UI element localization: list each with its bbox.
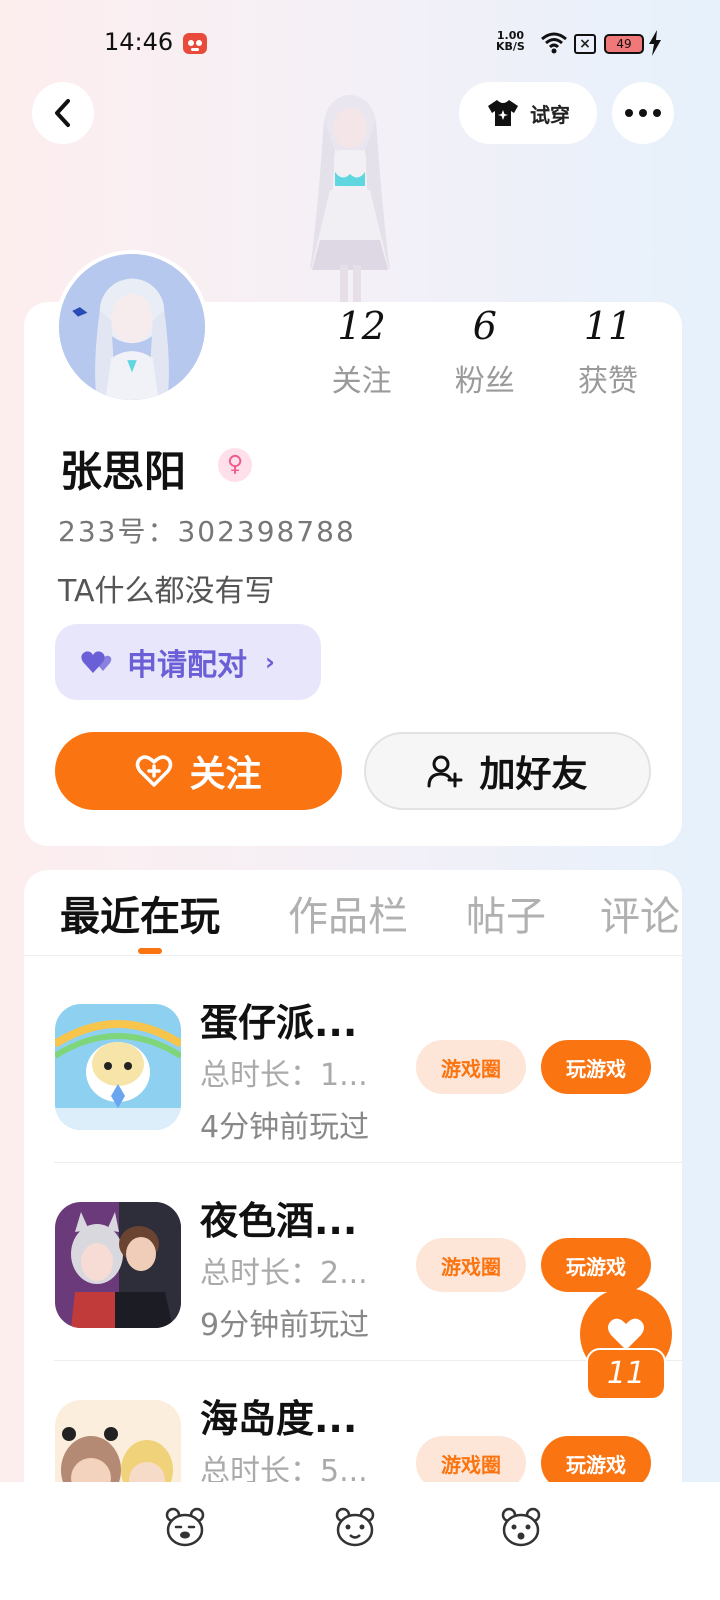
content-card: 最近在玩 作品栏 帖子 评论 蛋仔派... 总时长：1... 4分钟前玩过 游戏… bbox=[24, 870, 682, 1570]
game-name: 夜色酒... bbox=[200, 1199, 358, 1243]
request-match-label: 申请配对 bbox=[127, 648, 247, 683]
game-circle-button[interactable]: 游戏圈 bbox=[416, 1238, 526, 1292]
chevron-right-icon: › bbox=[265, 648, 275, 676]
game-name: 蛋仔派... bbox=[200, 1001, 358, 1045]
sim-off-icon: × bbox=[574, 34, 596, 54]
charging-icon bbox=[649, 30, 661, 56]
avatar-figure-image[interactable] bbox=[280, 90, 420, 310]
request-match-button[interactable]: 申请配对 › bbox=[55, 624, 321, 700]
tshirt-icon bbox=[488, 100, 518, 126]
game-icon-night-bar bbox=[55, 1202, 181, 1328]
username: 张思阳 bbox=[60, 447, 187, 496]
try-on-label: 试穿 bbox=[530, 102, 570, 127]
stat-likes[interactable]: 11 获赞 bbox=[546, 306, 669, 400]
stat-following[interactable]: 12 关注 bbox=[300, 306, 423, 400]
game-duration: 总时长：1... bbox=[200, 1058, 368, 1093]
follow-label: 关注 bbox=[189, 754, 262, 795]
more-button[interactable] bbox=[612, 82, 674, 144]
tab-works[interactable]: 作品栏 bbox=[288, 884, 408, 942]
network-speed: 1.00 KB/S bbox=[496, 30, 525, 52]
tab-indicator bbox=[138, 948, 162, 954]
user-id[interactable]: 233号：302398788 bbox=[58, 510, 356, 550]
game-last-played: 9分钟前玩过 bbox=[200, 1308, 370, 1343]
game-icon-eggy-party bbox=[55, 1004, 181, 1130]
network-speed-unit: KB/S bbox=[496, 40, 525, 53]
tab-posts[interactable]: 帖子 bbox=[466, 884, 546, 942]
bear-face-icon-1[interactable] bbox=[164, 1506, 206, 1548]
game-last-played: 4分钟前玩过 bbox=[200, 1110, 370, 1145]
stat-followers[interactable]: 6 粉丝 bbox=[423, 306, 546, 400]
stat-likes-label: 获赞 bbox=[578, 364, 638, 399]
divider bbox=[54, 1162, 682, 1163]
play-game-button[interactable]: 玩游戏 bbox=[541, 1238, 651, 1292]
play-game-button[interactable]: 玩游戏 bbox=[541, 1040, 651, 1094]
tab-comments[interactable]: 评论 bbox=[600, 884, 680, 942]
list-item[interactable]: 蛋仔派... 总时长：1... 4分钟前玩过 游戏圈 玩游戏 bbox=[24, 964, 682, 1162]
chevron-left-icon bbox=[55, 99, 70, 127]
status-bar: 14:46 1.00 KB/S × 49 bbox=[0, 0, 720, 90]
wifi-icon bbox=[541, 32, 567, 54]
back-button[interactable] bbox=[32, 82, 94, 144]
profile-tabs: 最近在玩 作品栏 帖子 评论 bbox=[24, 870, 682, 956]
add-friend-label: 加好友 bbox=[479, 754, 588, 795]
app-notification-icon bbox=[183, 33, 207, 54]
stat-following-value: 12 bbox=[337, 304, 386, 348]
more-dots-icon bbox=[625, 109, 661, 117]
game-circle-button[interactable]: 游戏圈 bbox=[416, 1040, 526, 1094]
stat-followers-value: 6 bbox=[472, 304, 497, 348]
avatar[interactable] bbox=[55, 250, 209, 404]
heart-plus-icon bbox=[136, 755, 173, 787]
bear-face-icon-2[interactable] bbox=[334, 1506, 376, 1548]
like-count: 11 bbox=[586, 1348, 666, 1400]
add-friend-button[interactable]: 加好友 bbox=[364, 732, 651, 810]
female-gender-icon: ♀ bbox=[218, 448, 252, 482]
stat-followers-label: 粉丝 bbox=[454, 364, 515, 399]
add-user-icon bbox=[427, 755, 463, 788]
follow-button[interactable]: 关注 bbox=[55, 732, 342, 810]
user-bio: TA什么都没有写 bbox=[58, 574, 275, 609]
status-time: 14:46 bbox=[104, 28, 174, 56]
game-duration: 总时长：2... bbox=[200, 1256, 368, 1291]
battery-level: 49 bbox=[616, 37, 632, 51]
bottom-nav bbox=[0, 1482, 720, 1600]
game-name: 海岛度... bbox=[200, 1397, 358, 1441]
stat-likes-value: 11 bbox=[583, 304, 633, 348]
profile-stats: 12 关注 6 粉丝 11 获赞 bbox=[300, 306, 670, 400]
battery-icon: 49 bbox=[604, 34, 644, 54]
bear-face-icon-3[interactable] bbox=[500, 1506, 542, 1548]
tab-recently-played[interactable]: 最近在玩 bbox=[60, 884, 220, 942]
stat-following-label: 关注 bbox=[331, 364, 392, 399]
hearts-icon bbox=[81, 651, 112, 673]
heart-icon bbox=[608, 1318, 644, 1350]
try-on-button[interactable]: 试穿 bbox=[459, 82, 597, 144]
